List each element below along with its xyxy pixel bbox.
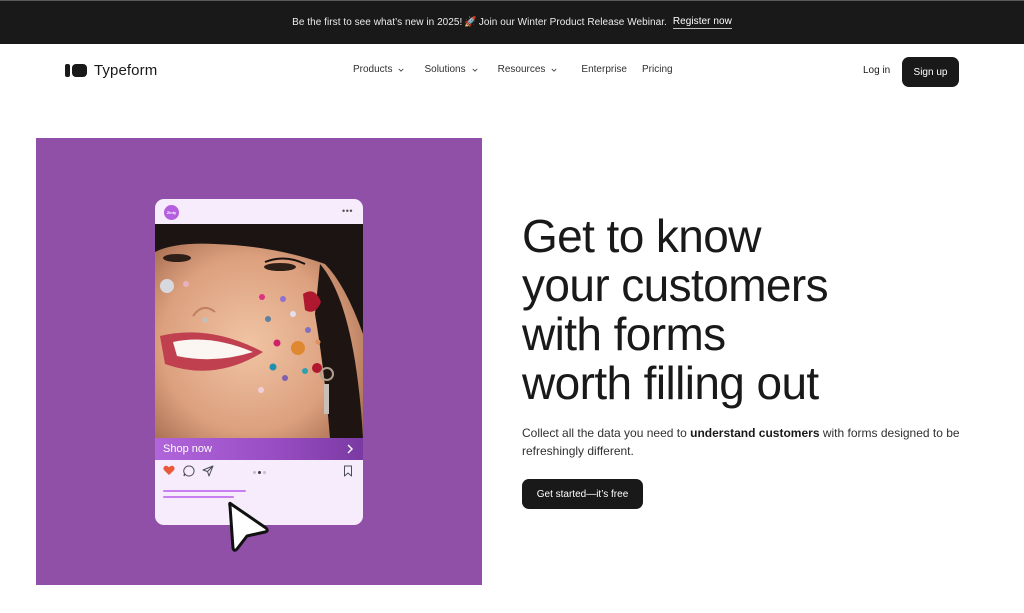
caption-placeholder-line — [163, 496, 234, 498]
bookmark-icon[interactable] — [343, 465, 353, 477]
headline-line: with forms — [522, 308, 726, 360]
nav-resources-label: Resources — [497, 64, 546, 75]
pointer-cursor-icon — [228, 501, 269, 552]
nav-products[interactable]: Products — [353, 64, 405, 75]
announcement-bar: Be the first to see what’s new in 2025! … — [0, 0, 1024, 44]
announcement-message-after: Join our Winter Product Release Webinar. — [478, 17, 667, 28]
site-header: Typeform Products Solutions Resources En… — [0, 44, 1024, 99]
ellipsis-icon[interactable]: ••• — [342, 207, 353, 216]
heart-icon[interactable] — [163, 465, 175, 476]
typeform-logo[interactable]: Typeform — [65, 62, 157, 79]
post-actions — [155, 463, 363, 481]
logo-text: Typeform — [94, 62, 158, 79]
login-link[interactable]: Log in — [863, 65, 890, 76]
carousel-dot-active — [258, 471, 261, 474]
subtext-before: Collect all the data you need to — [522, 426, 691, 440]
main-nav: Products Solutions Resources Enterprise … — [353, 64, 673, 75]
hero-headline: Get to know your customers with forms wo… — [522, 212, 942, 408]
chevron-down-icon — [398, 68, 405, 72]
post-header: Zinty ••• — [155, 199, 363, 224]
carousel-dot — [253, 471, 256, 474]
chevron-right-icon — [347, 444, 353, 454]
shop-now-label: Shop now — [163, 443, 212, 455]
social-post-card: Zinty ••• Shop now — [155, 199, 363, 525]
chevron-down-icon — [472, 68, 478, 72]
post-photo — [155, 224, 363, 438]
headline-line: Get to know — [522, 210, 761, 262]
get-started-button[interactable]: Get started—it’s free — [522, 479, 643, 509]
chevron-down-icon — [551, 68, 557, 72]
announcement-message: Be the first to see what’s new in 2025! — [292, 17, 463, 28]
hero-image-panel: Zinty ••• Shop now — [36, 138, 482, 585]
nav-pricing-label: Pricing — [642, 64, 673, 75]
nav-resources[interactable]: Resources — [498, 64, 558, 75]
nav-enterprise-label: Enterprise — [581, 64, 627, 75]
hero-subtext: Collect all the data you need to underst… — [522, 424, 962, 460]
comment-icon[interactable] — [183, 465, 195, 477]
subtext-emphasis: understand customers — [690, 426, 820, 440]
signup-button[interactable]: Sign up — [902, 57, 959, 87]
carousel-dot — [263, 471, 266, 474]
send-icon[interactable] — [202, 465, 214, 477]
rocket-icon: 🚀 — [464, 17, 477, 28]
nav-products-label: Products — [353, 64, 393, 75]
portrait-illustration — [155, 224, 363, 438]
shop-now-button[interactable]: Shop now — [155, 438, 363, 460]
nav-solutions-label: Solutions — [424, 64, 466, 75]
carousel-indicator — [253, 471, 266, 474]
register-now-link[interactable]: Register now — [672, 16, 732, 29]
headline-line: worth filling out — [522, 357, 819, 409]
typeform-logo-icon — [65, 64, 87, 77]
caption-placeholder-line — [163, 490, 246, 492]
nav-enterprise[interactable]: Enterprise — [581, 64, 627, 75]
nav-solutions[interactable]: Solutions — [424, 64, 478, 75]
nav-pricing[interactable]: Pricing — [642, 64, 673, 75]
headline-line: your customers — [522, 259, 829, 311]
avatar: Zinty — [164, 205, 179, 220]
